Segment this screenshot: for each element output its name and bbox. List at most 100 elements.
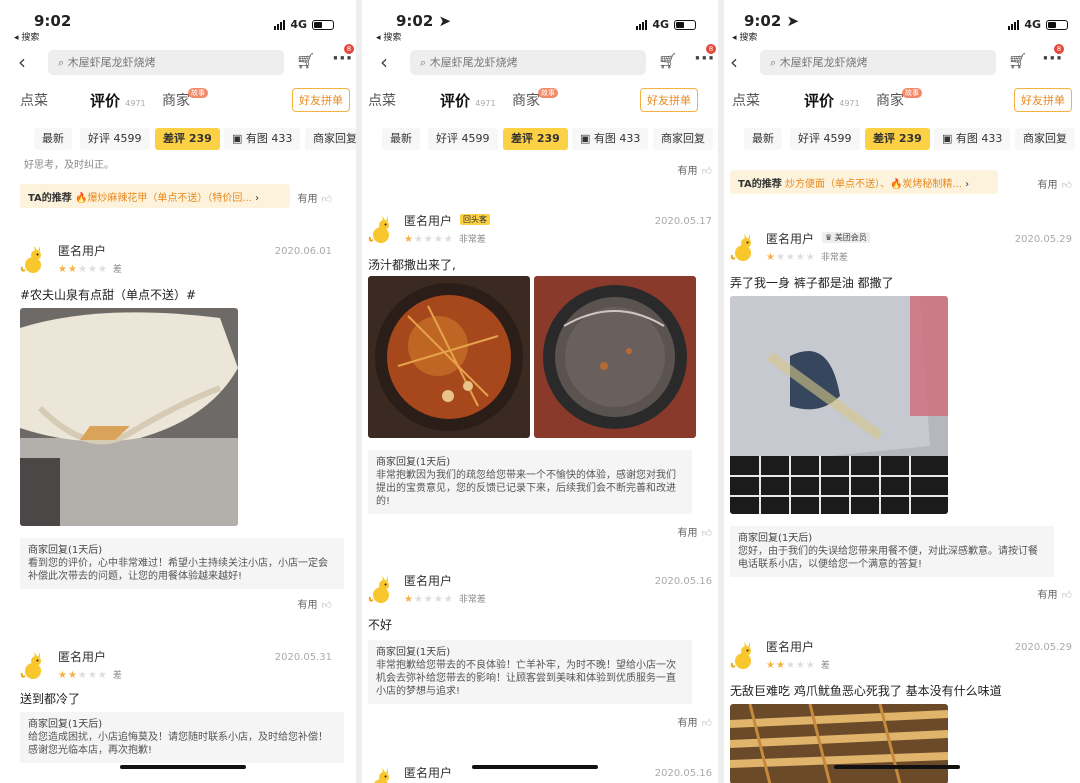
review-date: 2020.05.17 — [654, 216, 712, 227]
status-time: 9:02 — [34, 12, 72, 30]
merchant-story-badge: 故事 — [902, 88, 922, 98]
merchant-story-badge: 故事 — [188, 88, 208, 98]
cart-icon[interactable]: 🛒︎ — [658, 52, 677, 70]
recommendation-bar[interactable]: TA的推荐 🔥爆炒麻辣花甲（单点不送）（特价回... › — [20, 184, 290, 208]
review-date: 2020.05.29 — [1014, 642, 1072, 653]
review-photo[interactable] — [730, 704, 948, 783]
filter-merchant-reply[interactable]: 商家回复 — [653, 128, 713, 150]
username: 匿名用户 — [404, 574, 453, 588]
tab-bar: 点菜 评价 4971 商家 故事 好友拼单 — [362, 88, 718, 112]
review-date: 2020.05.16 — [654, 576, 712, 587]
review-text: 汤汁都撒出来了, — [368, 258, 456, 272]
tab-menu[interactable]: 点菜 — [368, 90, 396, 110]
filter-negative[interactable]: 差评 239 — [865, 128, 930, 150]
filter-positive[interactable]: 好评 4599 — [428, 128, 498, 150]
tab-bar: 点菜 评价 4971 商家 故事 好友拼单 — [0, 88, 356, 112]
review-photo[interactable] — [534, 276, 696, 438]
recommendation-bar[interactable]: TA的推荐 炒方便面（单点不送）、🔥炭烤秘制精... › — [730, 170, 998, 194]
username: 匿名用户 — [766, 640, 815, 654]
review-date: 2020.06.01 — [274, 246, 332, 257]
status-time: 9:02 ➤ — [744, 12, 800, 30]
back-to-search[interactable]: ◂ 搜索 — [732, 30, 757, 43]
star-rating: ★★★★★ 差 — [58, 670, 122, 681]
review-photo[interactable] — [368, 276, 530, 438]
filter-latest[interactable]: 最新 — [744, 128, 782, 150]
nav-bar: ‹ ⌕ 木屋虾尾龙虾烧烤 🛒︎ ··· 8 — [0, 44, 356, 78]
review-text: 无敌巨难吃 鸡爪鱿鱼恶心死我了 基本没有什么味道 — [730, 684, 1002, 698]
notification-badge: 8 — [344, 44, 354, 54]
tab-merchant[interactable]: 商家 — [876, 90, 904, 110]
avatar — [730, 234, 756, 262]
review-text: 弄了我一身 裤子都是油 都撒了 — [730, 276, 894, 290]
group-order-button[interactable]: 好友拼单 — [1014, 88, 1072, 112]
review-photo[interactable] — [20, 308, 238, 526]
star-rating: ★★★★★ 非常差 — [766, 252, 848, 263]
filter-negative[interactable]: 差评 239 — [155, 128, 220, 150]
status-bar: 9:02 ➤ ◂ 搜索 4G — [724, 12, 1080, 43]
back-to-search[interactable]: ◂ 搜索 — [14, 30, 39, 43]
signal-icon — [274, 19, 286, 30]
group-order-button[interactable]: 好友拼单 — [292, 88, 350, 112]
tab-menu[interactable]: 点菜 — [20, 90, 48, 110]
status-bar: 9:02 ➤ ◂ 搜索 4G — [362, 12, 718, 43]
tab-reviews[interactable]: 评价 4971 — [90, 90, 146, 111]
search-input[interactable]: ⌕ 木屋虾尾龙虾烧烤 — [410, 50, 646, 75]
filter-positive[interactable]: 好评 4599 — [80, 128, 150, 150]
cart-icon[interactable]: 🛒︎ — [296, 52, 315, 70]
filter-merchant-reply[interactable]: 商家回复 — [305, 128, 356, 150]
battery-icon — [674, 19, 696, 30]
group-order-button[interactable]: 好友拼单 — [640, 88, 698, 112]
phone-screen-1: 9:02 ◂ 搜索 4G ‹ ⌕ 木屋虾尾龙虾烧烤 🛒︎ ··· 8 点菜 评价… — [0, 0, 356, 783]
tab-merchant[interactable]: 商家 — [162, 90, 190, 110]
back-to-search[interactable]: ◂ 搜索 — [376, 30, 401, 43]
useful-button[interactable]: 有用 👍︎ — [678, 162, 712, 177]
tab-merchant[interactable]: 商家 — [512, 90, 540, 110]
back-arrow-icon[interactable]: ‹ — [18, 50, 26, 74]
useful-button[interactable]: 有用 👍︎ — [298, 190, 332, 205]
home-indicator — [472, 765, 598, 769]
partial-text: 好思考，及时纠正。 — [24, 160, 114, 171]
useful-button[interactable]: 有用 👍︎ — [298, 596, 332, 611]
cart-icon[interactable]: 🛒︎ — [1008, 52, 1027, 70]
network-label: 4G — [290, 18, 307, 31]
member-badge: ♛ 美团会员 — [822, 232, 870, 243]
filter-with-photos[interactable]: ▣ 有图 433 — [572, 128, 649, 150]
search-input[interactable]: ⌕ 木屋虾尾龙虾烧烤 — [48, 50, 284, 75]
tab-menu[interactable]: 点菜 — [732, 90, 760, 110]
search-input[interactable]: ⌕ 木屋虾尾龙虾烧烤 — [760, 50, 996, 75]
filter-positive[interactable]: 好评 4599 — [790, 128, 860, 150]
phone-screen-3: 9:02 ➤ ◂ 搜索 4G ‹ ⌕ 木屋虾尾龙虾烧烤 🛒︎ ··· 8 点菜 … — [724, 0, 1080, 783]
nav-bar: ‹ ⌕ 木屋虾尾龙虾烧烤 🛒︎ ··· 8 — [362, 44, 718, 78]
filter-latest[interactable]: 最新 — [34, 128, 72, 150]
useful-button[interactable]: 有用 👍︎ — [1038, 586, 1072, 601]
back-arrow-icon[interactable]: ‹ — [380, 50, 388, 74]
battery-icon — [1046, 19, 1068, 30]
filter-with-photos[interactable]: ▣ 有图 433 — [224, 128, 301, 150]
tab-reviews[interactable]: 评价 4971 — [440, 90, 496, 111]
review-text: 送到都冷了 — [20, 692, 81, 706]
username: 匿名用户 — [766, 232, 815, 246]
network-label: 4G — [652, 18, 669, 31]
useful-button[interactable]: 有用 👍︎ — [678, 524, 712, 539]
useful-button[interactable]: 有用 👍︎ — [678, 714, 712, 729]
star-rating: ★★★★★ 差 — [766, 660, 830, 671]
filter-with-photos[interactable]: ▣ 有图 433 — [934, 128, 1011, 150]
network-label: 4G — [1024, 18, 1041, 31]
avatar — [20, 652, 46, 680]
avatar — [368, 576, 394, 604]
review-photo[interactable] — [730, 296, 948, 514]
phone-screen-2: 9:02 ➤ ◂ 搜索 4G ‹ ⌕ 木屋虾尾龙虾烧烤 🛒︎ ··· 8 点菜 … — [362, 0, 718, 783]
useful-button[interactable]: 有用 👍︎ — [1038, 176, 1072, 191]
back-arrow-icon[interactable]: ‹ — [730, 50, 738, 74]
merchant-reply: 商家回复(1天后) 给您造成困扰，小店追悔莫及！请您随时联系小店，及时给您补偿！… — [20, 712, 344, 763]
notification-badge: 8 — [1054, 44, 1064, 54]
filter-negative[interactable]: 差评 239 — [503, 128, 568, 150]
filter-merchant-reply[interactable]: 商家回复 — [1015, 128, 1075, 150]
username: 匿名用户 — [58, 244, 107, 258]
notification-badge: 8 — [706, 44, 716, 54]
filter-latest[interactable]: 最新 — [382, 128, 420, 150]
tab-reviews[interactable]: 评价 4971 — [804, 90, 860, 111]
review-filters: 最新 好评 4599 差评 239 ▣ 有图 433 商家回复 — [0, 126, 356, 152]
username: 匿名用户 — [58, 650, 107, 664]
status-bar: 9:02 ◂ 搜索 4G — [0, 12, 356, 43]
